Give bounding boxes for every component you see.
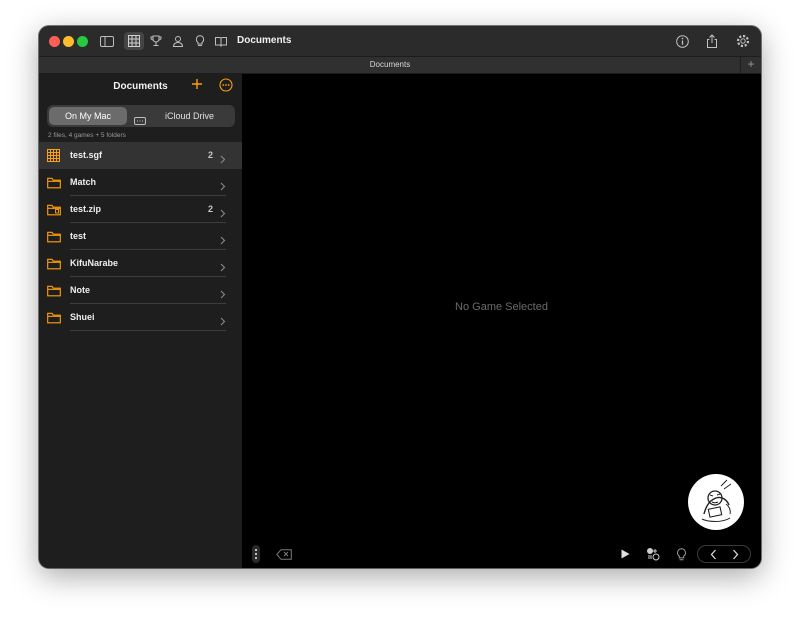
folder-icon (47, 311, 61, 324)
list-item-name: KifuNarabe (70, 258, 119, 268)
zip-folder-icon (47, 203, 61, 216)
info-icon[interactable] (672, 32, 692, 50)
bottom-toolbar (242, 540, 761, 568)
sidebar-title: Documents (113, 81, 168, 92)
detail-pane: No Game Selected (242, 74, 761, 568)
window-title: Documents (237, 35, 292, 46)
chevron-right-icon (220, 178, 226, 191)
folder-icon (47, 176, 61, 189)
grid-icon[interactable] (124, 32, 144, 50)
list-item[interactable]: test.zip 2 (39, 196, 242, 223)
trophy-icon[interactable] (146, 32, 166, 50)
zoom-window-button[interactable] (77, 36, 88, 47)
sgf-grid-icon (47, 149, 61, 162)
add-icon[interactable] (190, 77, 204, 91)
chevron-right-icon (220, 232, 226, 245)
back-icon[interactable] (706, 549, 720, 560)
tab-documents[interactable]: Documents (39, 60, 741, 69)
storage-segmented-control: On My Mac iCloud Drive (47, 105, 235, 127)
move-navigation (697, 545, 751, 563)
close-window-button[interactable] (49, 36, 60, 47)
assistant-avatar[interactable] (688, 474, 744, 530)
list-item[interactable]: Note (39, 277, 242, 304)
folder-icon (47, 230, 61, 243)
chevron-right-icon (220, 205, 226, 218)
empty-state-message: No Game Selected (455, 301, 548, 313)
sidebar: Documents On My Mac iCloud Drive 2 files… (39, 74, 242, 568)
list-item-name: Shuei (70, 312, 95, 322)
folder-icon (47, 257, 61, 270)
sidebar-icon[interactable] (97, 32, 117, 50)
more-options-icon[interactable] (219, 78, 233, 92)
list-item-count: 2 (207, 204, 213, 214)
list-item-count: 2 (207, 150, 213, 160)
segment-on-my-mac[interactable]: On My Mac (49, 107, 127, 125)
title-bar: Documents (39, 26, 761, 56)
more-vertical-icon[interactable] (252, 545, 260, 563)
chevron-right-icon (220, 151, 226, 164)
segment-icloud-drive[interactable]: iCloud Drive (165, 107, 214, 125)
row-divider (70, 330, 226, 331)
chevron-right-icon (220, 286, 226, 299)
file-list: test.sgf 2 Match test.zip 2 test KifuNar… (39, 142, 242, 331)
list-item-name: test.zip (70, 204, 102, 214)
play-icon[interactable] (619, 545, 631, 563)
list-item-name: test (70, 231, 87, 241)
folder-icon (47, 284, 61, 297)
list-item-name: Match (70, 177, 97, 187)
list-item[interactable]: Match (39, 169, 242, 196)
list-item[interactable]: KifuNarabe (39, 250, 242, 277)
list-item[interactable]: test.sgf 2 (39, 142, 242, 169)
list-item-name: test.sgf (70, 150, 103, 160)
forward-icon[interactable] (728, 549, 742, 560)
hint-icon[interactable] (674, 545, 688, 563)
add-tab-button[interactable]: + (740, 57, 761, 73)
gear-icon[interactable] (733, 32, 753, 50)
chevron-right-icon (220, 259, 226, 272)
chevron-right-icon (220, 313, 226, 326)
list-item[interactable]: test (39, 223, 242, 250)
analysis-icon[interactable] (645, 545, 661, 563)
lightbulb-icon[interactable] (190, 32, 210, 50)
drive-icon (134, 112, 146, 125)
book-icon[interactable] (211, 32, 231, 50)
minimize-window-button[interactable] (63, 36, 74, 47)
share-icon[interactable] (702, 32, 722, 50)
list-item[interactable]: Shuei (39, 304, 242, 331)
app-window: Documents Documents + Documents On My Ma… (39, 26, 761, 568)
user-icon[interactable] (168, 32, 188, 50)
file-summary: 2 files, 4 games + 5 folders (48, 132, 126, 139)
tab-bar: Documents + (39, 56, 761, 74)
list-item-name: Note (70, 285, 90, 295)
delete-icon[interactable] (276, 545, 292, 563)
